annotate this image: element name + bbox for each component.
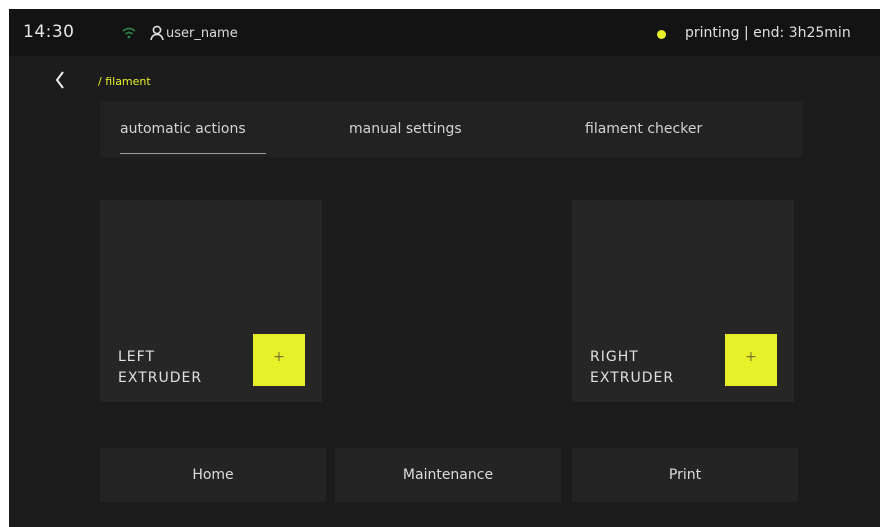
right-extruder-label: RIGHT EXTRUDER <box>590 349 675 386</box>
right-extruder-add-button[interactable]: + <box>725 334 777 386</box>
right-extruder-card: RIGHT EXTRUDER + <box>572 200 794 402</box>
chevron-left-icon[interactable] <box>52 69 68 91</box>
print-button[interactable]: Print <box>572 448 798 502</box>
breadcrumb: / filament <box>98 75 151 88</box>
maintenance-button[interactable]: Maintenance <box>335 448 561 502</box>
wifi-icon <box>122 27 136 39</box>
tab-filament-checker[interactable]: filament checker <box>585 121 702 137</box>
home-button[interactable]: Home <box>100 448 326 502</box>
user-icon <box>150 25 164 41</box>
status-indicator-dot <box>657 30 666 39</box>
printer-screen: 14:30 user_name printing | end: 3h25min … <box>9 9 880 527</box>
home-button-label: Home <box>192 467 234 483</box>
maintenance-button-label: Maintenance <box>402 467 494 483</box>
plus-icon: + <box>745 349 757 365</box>
print-button-label: Print <box>668 467 702 483</box>
clock: 14:30 <box>23 22 75 42</box>
status-bar: 14:30 user_name printing | end: 3h25min <box>9 9 880 56</box>
left-extruder-label: LEFT EXTRUDER <box>118 349 203 386</box>
print-status-text: printing | end: 3h25min <box>685 25 851 41</box>
tab-automatic-actions[interactable]: automatic actions <box>120 121 246 137</box>
tab-bar: automatic actions manual settings filame… <box>100 101 802 157</box>
left-extruder-card: LEFT EXTRUDER + <box>100 200 322 402</box>
user-name: user_name <box>166 26 238 41</box>
active-tab-underline <box>120 153 266 154</box>
left-extruder-add-button[interactable]: + <box>253 334 305 386</box>
tab-manual-settings[interactable]: manual settings <box>349 121 462 137</box>
plus-icon: + <box>273 349 285 365</box>
